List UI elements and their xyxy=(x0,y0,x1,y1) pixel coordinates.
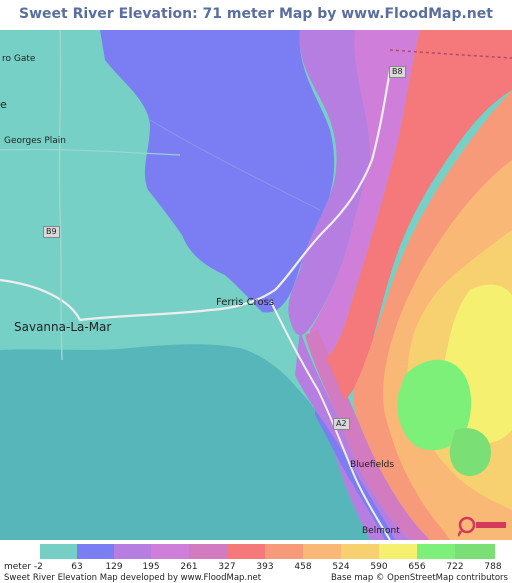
legend-swatch-9 xyxy=(379,544,417,559)
road-label-a2: A2 xyxy=(333,418,350,430)
legend-tick: 63 xyxy=(71,562,82,572)
place-savanna-la-mar: Savanna-La-Mar xyxy=(14,320,111,334)
legend-swatch-5 xyxy=(227,544,265,559)
place-ferris-cross: Ferris Cross xyxy=(216,297,274,308)
legend-tick: 590 xyxy=(370,562,387,572)
legend-tick: 656 xyxy=(408,562,425,572)
legend-tick: 261 xyxy=(180,562,197,572)
legend-swatch-8 xyxy=(341,544,379,559)
legend-swatch-11 xyxy=(455,544,495,559)
legend-swatch-3 xyxy=(151,544,189,559)
legend-tick: 393 xyxy=(256,562,273,572)
elevation-map[interactable]: ro Gate e Georges Plain Savanna-La-Mar F… xyxy=(0,30,512,540)
place-belmont: Belmont xyxy=(362,526,400,536)
road-label-b9: B9 xyxy=(43,226,60,238)
legend-swatch-6 xyxy=(265,544,303,559)
legend-tick: 458 xyxy=(294,562,311,572)
place-edge-e: e xyxy=(0,98,7,111)
legend-swatch-0 xyxy=(40,544,77,559)
place-georges-plain: Georges Plain xyxy=(4,136,66,146)
place-bluefields: Bluefields xyxy=(350,460,394,470)
elevation-map-canvas xyxy=(0,30,512,540)
legend-swatch-4 xyxy=(189,544,227,559)
legend-tick: 524 xyxy=(332,562,349,572)
elevation-legend: meter -2 63 129 195 261 327 393 458 524 … xyxy=(0,540,512,582)
legend-tick: 722 xyxy=(446,562,463,572)
map-title: Sweet River Elevation: 71 meter Map by w… xyxy=(0,0,512,30)
legend-tick: 788 xyxy=(484,562,501,572)
road-label-b8: B8 xyxy=(389,66,406,78)
legend-swatch-10 xyxy=(417,544,455,559)
floodmap-marker-icon xyxy=(458,516,508,538)
legend-swatch-2 xyxy=(114,544,151,559)
legend-swatch-1 xyxy=(77,544,114,559)
place-negril-gate: ro Gate xyxy=(2,54,35,64)
legend-tick: 327 xyxy=(218,562,235,572)
legend-unit-label: meter -2 xyxy=(4,562,43,572)
legend-tick: 195 xyxy=(142,562,159,572)
legend-swatch-7 xyxy=(303,544,341,559)
legend-tick: 129 xyxy=(105,562,122,572)
